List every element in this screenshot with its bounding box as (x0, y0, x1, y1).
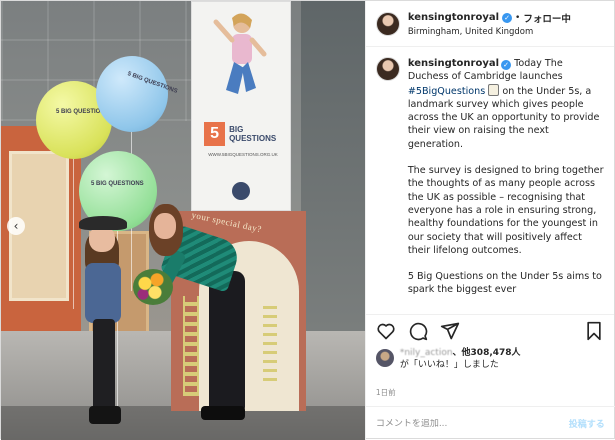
flower-bouquet (133, 269, 173, 305)
caption-area: kensingtonroyal ✓ Today The Duchess of Ca… (365, 47, 614, 315)
likes-line-1: *nily_action、他308,478人 (400, 347, 521, 359)
caption-paragraph-2: The survey is designed to bring together… (407, 165, 604, 256)
header-text: kensingtonroyal ✓ • フォロー中 Birmingham, Un… (408, 11, 571, 37)
stage-text: your special day? (190, 209, 263, 235)
banner-logo: 5 BIG QUESTIONS (204, 122, 290, 146)
instagram-post: 5 BIG QUESTIONS WWW.5BIGQUESTIONS.ORG.UK… (0, 0, 615, 440)
comment-input[interactable] (375, 418, 569, 429)
caption-text: kensingtonroyal ✓ Today The Duchess of Ca… (408, 57, 604, 314)
share-icon[interactable] (440, 321, 460, 341)
comment-bar: 投稿する (365, 406, 615, 440)
balloon-string (73, 159, 74, 309)
stage-ladder-left (183, 296, 199, 396)
stage-ladder-right (263, 301, 277, 381)
post-timestamp[interactable]: 1日前 (366, 377, 614, 407)
photo-banner: 5 BIG QUESTIONS WWW.5BIGQUESTIONS.ORG.UK (191, 1, 291, 211)
liker-avatar[interactable] (375, 349, 394, 367)
hashtag-link[interactable]: #5BigQuestions (408, 86, 485, 97)
woman-shoes (201, 406, 245, 420)
banner-number: 5 (204, 122, 226, 146)
likes-text: *nily_action、他308,478人 が「いいね！」しました (400, 347, 521, 371)
caption-paragraph-1: kensingtonroyal ✓ Today The Duchess of Ca… (408, 57, 604, 151)
clipboard-emoji-icon (488, 83, 500, 96)
username-link[interactable]: kensingtonroyal (408, 12, 499, 23)
jumping-child-figure (213, 13, 267, 94)
likes-line-2: が「いいね！」しました (399, 360, 499, 370)
action-bar (366, 315, 614, 347)
following-button[interactable]: フォロー中 (523, 11, 571, 25)
girl-tricorn-hat (79, 216, 127, 230)
girl-legs (93, 319, 115, 411)
post-header: kensingtonroyal ✓ • フォロー中 Birmingham, Un… (365, 1, 614, 47)
avatar[interactable] (375, 57, 400, 81)
balloon-label: 5 BIG QUESTIONS (91, 181, 144, 187)
location-link[interactable]: Birmingham, United Kingdom (408, 27, 571, 37)
verified-badge-icon: ✓ (501, 60, 512, 70)
girl-denim-jacket (85, 263, 121, 323)
caption-username[interactable]: kensingtonroyal (408, 58, 499, 69)
woman-face (154, 213, 176, 239)
header-top-row: kensingtonroyal ✓ • フォロー中 (408, 11, 571, 25)
post-comment-button[interactable]: 投稿する (569, 417, 605, 430)
chevron-left-icon[interactable]: ‹ (7, 217, 25, 235)
banner-url: WWW.5BIGQUESTIONS.ORG.UK (208, 152, 278, 157)
verified-badge-icon: ✓ (502, 12, 513, 23)
avatar[interactable] (375, 11, 400, 36)
comment-icon[interactable] (408, 321, 428, 341)
caption-paragraph-3: 5 Big Questions on the Under 5s aims to … (407, 271, 602, 296)
post-photo[interactable]: 5 BIG QUESTIONS WWW.5BIGQUESTIONS.ORG.UK… (1, 1, 365, 440)
bookmark-icon[interactable] (584, 321, 604, 341)
banner-badge (232, 182, 250, 200)
woman-trousers (209, 271, 245, 411)
likes-count[interactable]: 、他308,478人 (453, 348, 521, 358)
balloon-blue: 5 BIG QUESTIONS (96, 56, 178, 132)
photo-floor-shadow (1, 406, 365, 440)
post-sidebar: kensingtonroyal ✓ • フォロー中 Birmingham, Un… (364, 1, 615, 440)
liker-username[interactable]: *nily_action (400, 348, 453, 358)
girl-boots (89, 406, 121, 424)
separator-dot: • (515, 12, 521, 23)
photo-right-wall (301, 1, 365, 331)
banner-title: BIG QUESTIONS (229, 125, 277, 143)
heart-icon[interactable] (376, 321, 396, 341)
likes-summary: *nily_action、他308,478人 が「いいね！」しました (366, 347, 614, 377)
